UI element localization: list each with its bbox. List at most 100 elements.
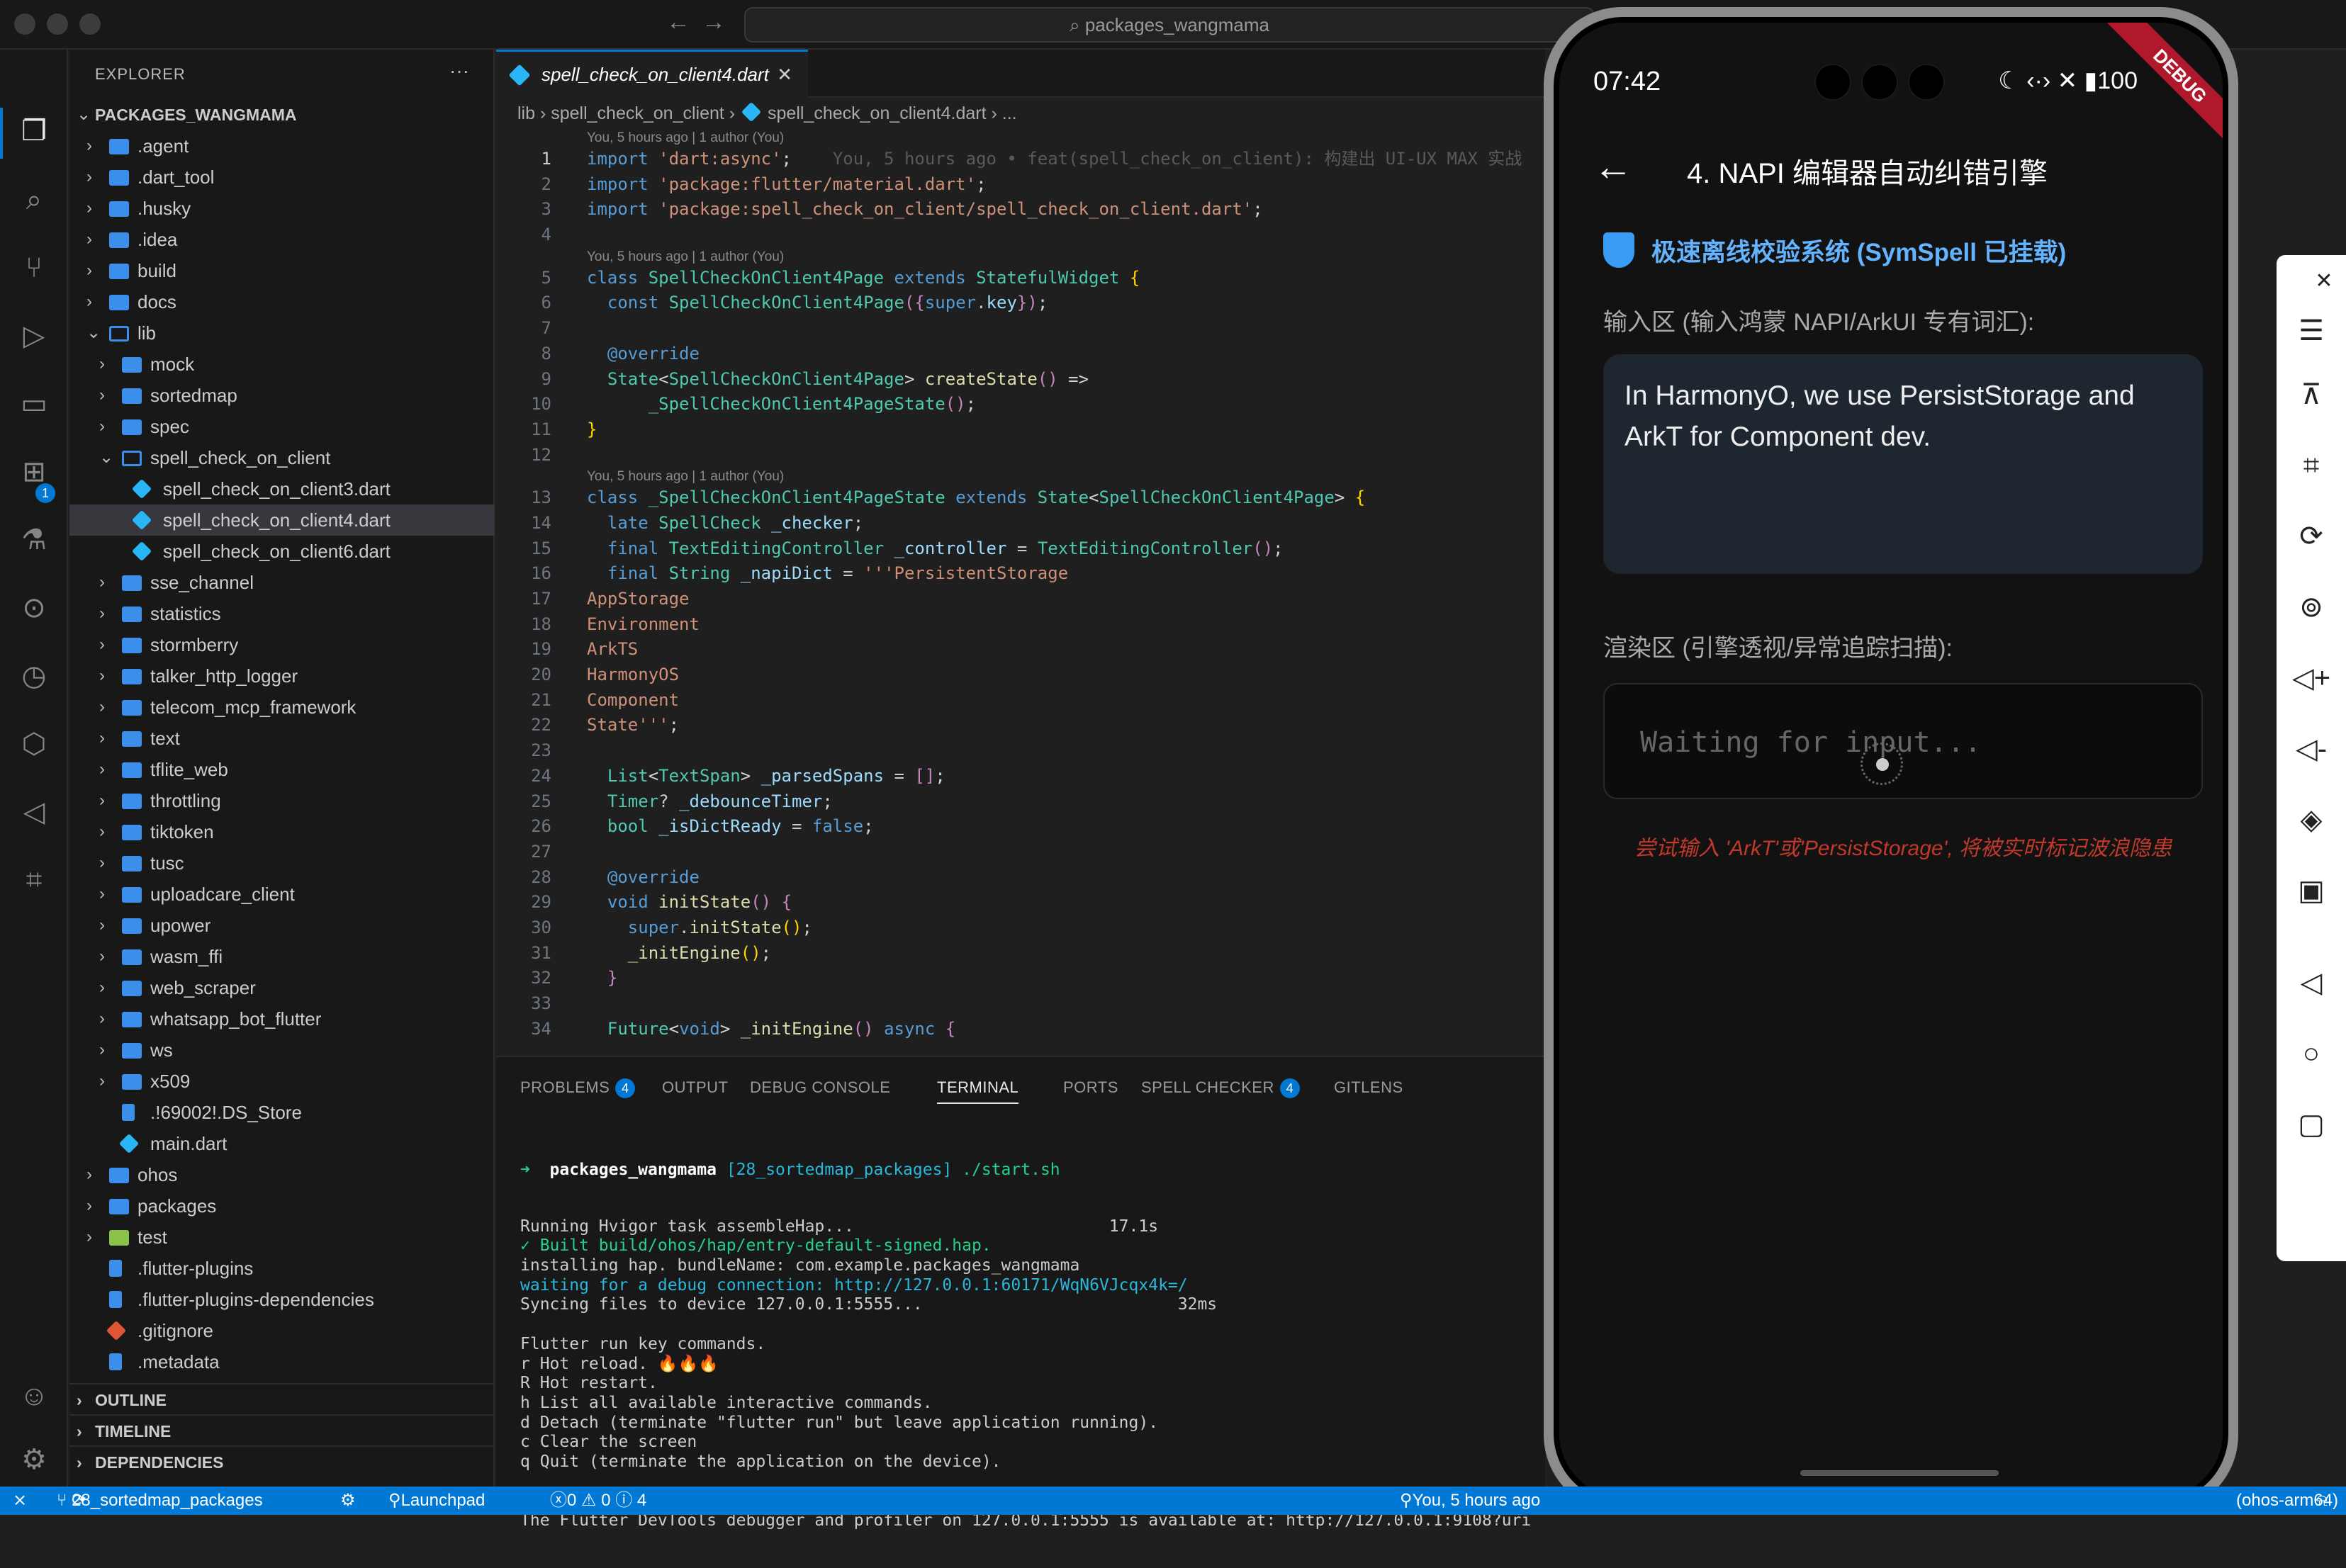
tree-item[interactable]: main.dart [69, 1128, 495, 1159]
tree-item[interactable]: › packages [69, 1190, 495, 1222]
outline-section[interactable]: › OUTLINE [69, 1383, 495, 1414]
panel-tab[interactable]: GITLENS [1334, 1078, 1403, 1097]
tree-item[interactable]: › talker_http_logger [69, 660, 495, 692]
tree-item[interactable]: › whatsapp_bot_flutter [69, 1003, 495, 1034]
tree-item[interactable]: › sortedmap [69, 380, 495, 411]
launchpad-status[interactable]: ⚲ Launchpad [388, 1487, 485, 1515]
close-icon[interactable]: ✕ [2305, 262, 2343, 300]
shake-icon[interactable]: ◈ [2292, 801, 2330, 839]
tree-item[interactable]: ⌄ lib [69, 317, 495, 349]
tree-item[interactable]: › uploadcare_client [69, 879, 495, 910]
explorer-icon[interactable]: ❐ [13, 110, 55, 152]
breadcrumb-item[interactable]: spell_check_on_client4.dart [768, 103, 987, 123]
panel-tab[interactable]: PROBLEMS 4 [520, 1078, 636, 1099]
tree-item[interactable]: › ws [69, 1034, 495, 1066]
search-icon[interactable]: ⌕ [13, 179, 55, 221]
tree-item[interactable]: › web_scraper [69, 972, 495, 1003]
tree-item[interactable]: .gitignore [69, 1315, 495, 1346]
multi-device-icon[interactable]: ▣ [2292, 872, 2330, 910]
testing-icon[interactable]: ⚗ [13, 519, 55, 561]
explorer-root[interactable]: ⌄ PACKAGES_WANGMAMA [69, 99, 495, 130]
tree-item[interactable]: › ohos [69, 1159, 495, 1190]
notifications-icon[interactable]: ⍾ [2316, 1487, 2328, 1515]
run-debug-icon[interactable]: ▷ [13, 315, 55, 357]
timeline-icon[interactable]: ◷ [13, 655, 55, 697]
code-lens-blame[interactable]: You, 5 hours ago | 1 author (You) [496, 248, 1545, 266]
forward-arrow-icon[interactable]: → [702, 9, 726, 36]
tree-item[interactable]: .!69002!.DS_Store [69, 1097, 495, 1128]
tree-item[interactable]: › wasm_ffi [69, 941, 495, 972]
menu-icon[interactable]: ☰ [2292, 312, 2330, 350]
sync-icon[interactable]: ⚙ [340, 1487, 356, 1515]
tree-item[interactable]: › mock [69, 349, 495, 380]
tree-item[interactable]: .flutter-plugins-dependencies [69, 1284, 495, 1315]
breadcrumb-item[interactable]: spell_check_on_client [551, 103, 724, 123]
tree-item[interactable]: › stormberry [69, 629, 495, 660]
tree-item[interactable]: ⌄ spell_check_on_client [69, 442, 495, 473]
containers-icon[interactable]: ⬡ [13, 723, 55, 765]
tree-item[interactable]: › .dart_tool [69, 162, 495, 193]
tree-item[interactable]: › x509 [69, 1066, 495, 1097]
back-arrow-icon[interactable]: ← [1593, 143, 1633, 189]
tree-item[interactable]: › tflite_web [69, 754, 495, 785]
close-tab-icon[interactable]: ✕ [777, 52, 792, 97]
tree-item[interactable]: .metadata [69, 1346, 495, 1377]
settings-gear-icon[interactable]: ⚙ [13, 1438, 55, 1481]
panel-tab[interactable]: PORTS [1063, 1078, 1118, 1097]
tab-spell-check-on-client4[interactable]: spell_check_on_client4.dart ✕ [496, 50, 808, 98]
tree-item[interactable]: spell_check_on_client3.dart [69, 473, 495, 504]
text-input-field[interactable]: In HarmonyO, we use PersistStorage and A… [1603, 354, 2203, 574]
rotate-icon[interactable]: ⟳ [2292, 517, 2330, 555]
tree-item[interactable]: › spec [69, 411, 495, 442]
close-window-button[interactable] [14, 13, 35, 35]
tree-item[interactable]: .flutter-plugins [69, 1253, 495, 1284]
unpin-icon[interactable]: ⊼ [2292, 376, 2330, 414]
remote-explorer-icon[interactable]: ▭ [13, 383, 55, 425]
tree-item[interactable]: spell_check_on_client4.dart [69, 504, 495, 536]
copilot-icon[interactable]: ◁ [13, 791, 55, 833]
tree-item[interactable]: › text [69, 723, 495, 754]
breadcrumb-item[interactable]: lib [517, 103, 535, 123]
tree-item[interactable]: › .husky [69, 193, 495, 224]
source-control-icon[interactable]: ⑂ [13, 247, 55, 289]
blame-status[interactable]: ⚲ You, 5 hours ago [1400, 1487, 1540, 1515]
tree-item[interactable]: › statistics [69, 598, 495, 629]
back-arrow-icon[interactable]: ← [666, 9, 690, 36]
breadcrumb-item[interactable]: ... [1002, 103, 1017, 123]
command-center-search[interactable]: ⌕ packages_wangmama [744, 7, 1595, 43]
remote-icon[interactable]: ⨯ [13, 1487, 27, 1515]
panel-tab[interactable]: DEBUG CONSOLE [750, 1078, 890, 1097]
timeline-section[interactable]: › TIMELINE [69, 1414, 495, 1445]
branch-status[interactable]: ⑂ 28_sortedmap_packages ⟳ [57, 1487, 263, 1515]
recents-nav-icon[interactable]: ▢ [2292, 1105, 2330, 1144]
gitlens-icon[interactable]: ⊙ [13, 587, 55, 629]
tree-item[interactable]: › .idea [69, 224, 495, 255]
tree-item[interactable]: › throttling [69, 785, 495, 816]
tree-item[interactable]: › build [69, 255, 495, 286]
tree-item[interactable]: › docs [69, 286, 495, 317]
tree-item[interactable]: › .agent [69, 130, 495, 162]
problems-status[interactable]: ⓧ 0 ⚠ 0 ⓘ 4 [550, 1487, 646, 1515]
back-nav-icon[interactable]: ◁ [2292, 964, 2330, 1002]
maximize-window-button[interactable] [79, 13, 101, 35]
tree-item[interactable]: › test [69, 1222, 495, 1253]
tree-item[interactable]: › sse_channel [69, 567, 495, 598]
dependencies-section[interactable]: › DEPENDENCIES [69, 1445, 495, 1477]
code-lens-blame[interactable]: You, 5 hours ago | 1 author (You) [496, 468, 1545, 485]
tree-item[interactable]: › tusc [69, 847, 495, 879]
tree-item[interactable]: › tiktoken [69, 816, 495, 847]
home-indicator[interactable] [1800, 1470, 1999, 1476]
panel-tab[interactable]: OUTPUT [662, 1078, 728, 1097]
volume-up-icon[interactable]: ◁+ [2292, 659, 2330, 697]
code-view[interactable]: You, 5 hours ago | 1 author (You) 1 impor… [496, 129, 1545, 1042]
panel-tab[interactable]: TERMINAL [937, 1078, 1019, 1104]
minimize-window-button[interactable] [47, 13, 68, 35]
code-lens-blame[interactable]: You, 5 hours ago | 1 author (You) [496, 129, 1545, 147]
crop-icon[interactable]: ⌗ [2292, 446, 2330, 485]
tree-item[interactable]: › telecom_mcp_framework [69, 692, 495, 723]
scan-icon[interactable]: ⌗ [13, 859, 55, 901]
accounts-icon[interactable]: ☺ [13, 1375, 55, 1417]
volume-down-icon[interactable]: ◁- [2292, 730, 2330, 768]
panel-tab[interactable]: SPELL CHECKER 4 [1141, 1078, 1300, 1099]
more-actions-icon[interactable]: ··· [449, 60, 469, 82]
